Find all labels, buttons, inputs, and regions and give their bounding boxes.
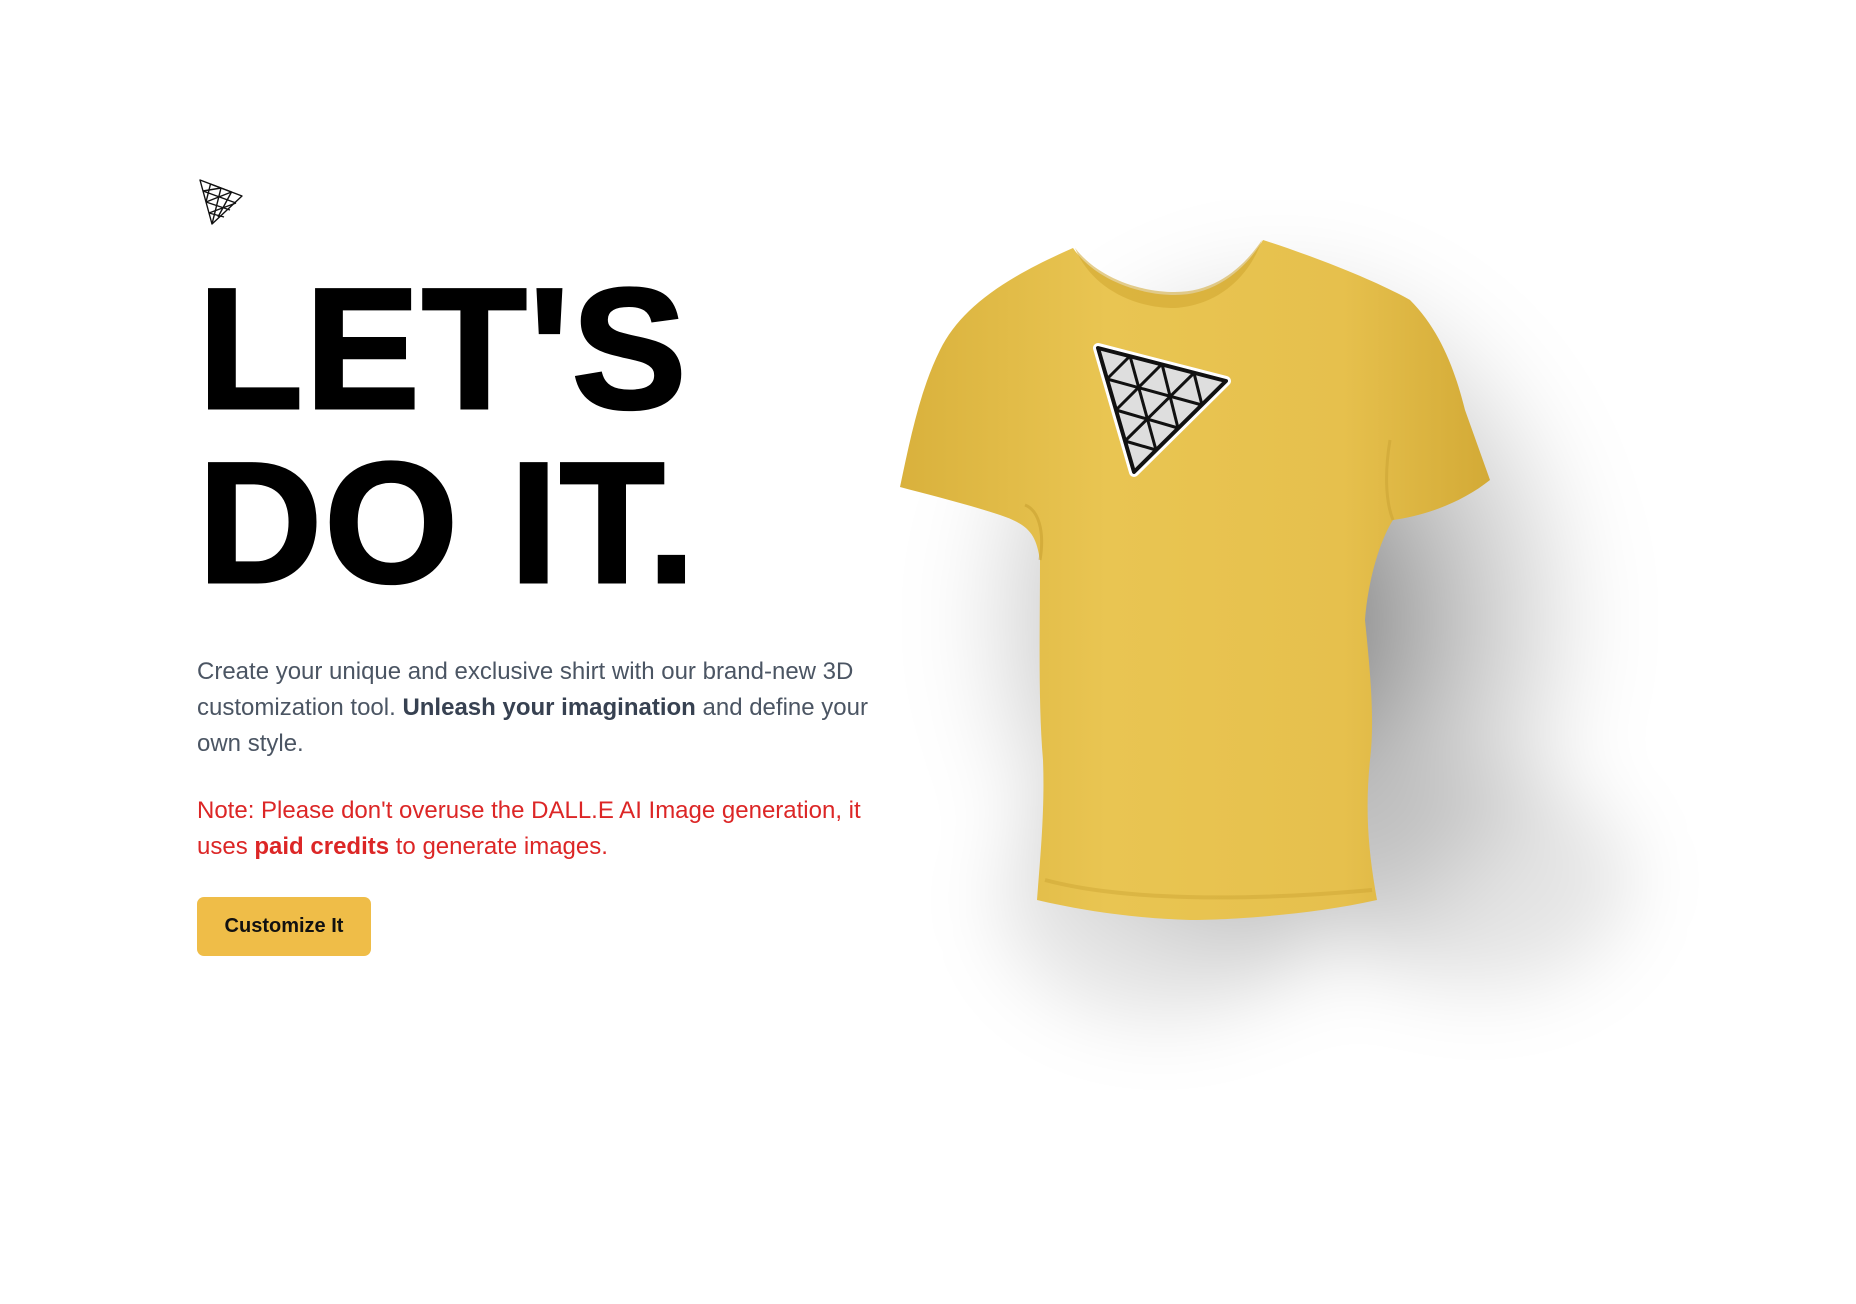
note-text-2: to generate images. (395, 833, 608, 860)
hero-description: Create your unique and exclusive shirt w… (197, 654, 897, 762)
headline-line-2: DO IT. (196, 427, 698, 619)
hero-headline: LET'S DO IT. (196, 253, 698, 619)
headline-line-1: LET'S (196, 253, 689, 445)
description-emphasis: Unleash your imagination (402, 694, 696, 721)
credits-note: Note: Please don't overuse the DALL.E AI… (197, 793, 897, 865)
customize-it-button[interactable]: Customize It (197, 897, 371, 956)
threejs-logo-icon[interactable] (198, 178, 244, 226)
home-page: LET'S DO IT. Create your unique and excl… (0, 0, 1856, 1304)
shirt-3d-canvas[interactable] (840, 200, 1760, 1120)
note-emphasis: paid credits (254, 833, 390, 860)
